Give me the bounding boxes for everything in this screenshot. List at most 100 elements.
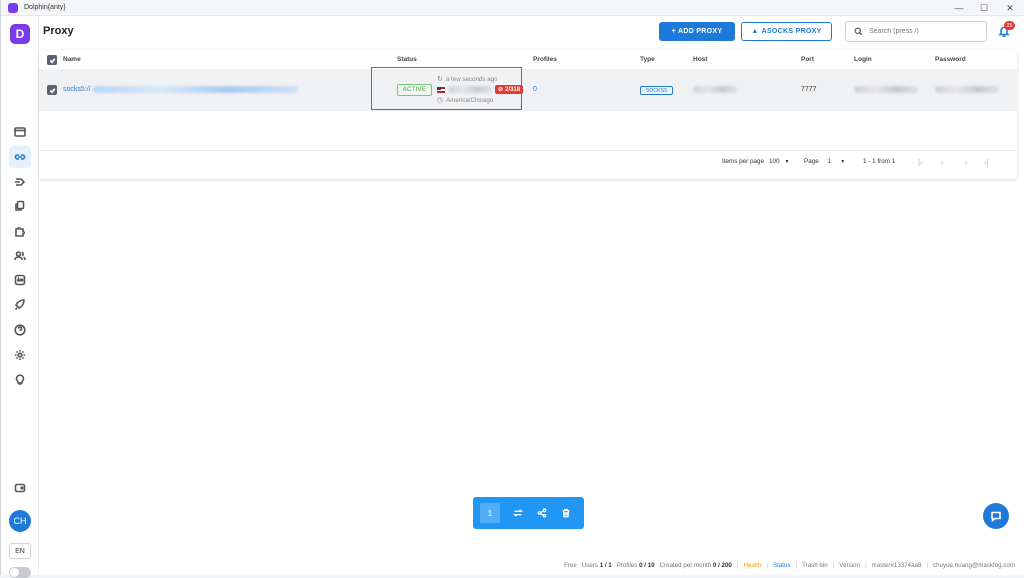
last-page-icon[interactable]: ›| — [984, 158, 989, 167]
created-value: 0 / 200 — [712, 562, 732, 569]
page-range: 1 - 1 from 1 — [863, 158, 896, 165]
column-header-status[interactable]: Status — [397, 56, 417, 63]
browser-profiles-icon[interactable] — [9, 121, 31, 143]
created-label: Created per month — [659, 562, 712, 569]
logo[interactable]: D — [10, 24, 30, 44]
share-icon[interactable] — [532, 503, 552, 523]
user-email: chuyue.huang@maskfog.com — [933, 562, 1015, 569]
asocks-proxy-label: ASOCKS PROXY — [761, 28, 822, 35]
host-value — [693, 86, 737, 93]
rocket-icon[interactable] — [9, 294, 31, 316]
redacted-password — [935, 86, 999, 93]
items-per-page-select[interactable]: 100 — [769, 158, 780, 165]
items-per-page: Items per page 100 ▼ — [722, 158, 789, 165]
separator: | — [766, 562, 768, 569]
close-button[interactable]: ✕ — [995, 0, 1024, 16]
window-title: Dolphin{anty} — [24, 4, 66, 11]
port-value: 7777 — [801, 86, 817, 93]
transfer-icon[interactable] — [508, 503, 528, 523]
created-stat: Created per month 0 / 200 — [660, 562, 732, 569]
language-selector[interactable]: EN — [9, 543, 31, 559]
redacted-login — [854, 86, 918, 93]
items-per-page-label: Items per page — [722, 158, 765, 165]
row-checkbox[interactable] — [47, 85, 57, 95]
column-header-password[interactable]: Password — [935, 56, 966, 63]
api-icon[interactable] — [9, 269, 31, 291]
column-header-login[interactable]: Login — [854, 56, 872, 63]
extensions-puzzle-icon[interactable] — [9, 220, 31, 242]
profiles-count-link[interactable]: 0 — [533, 86, 537, 93]
users-stat: Users 1 / 1 — [582, 562, 612, 569]
users-value: 1 / 1 — [599, 562, 612, 569]
page-select[interactable]: 1 — [828, 158, 832, 165]
column-header-host[interactable]: Host — [693, 56, 707, 63]
settings-gear-icon[interactable] — [9, 344, 31, 366]
column-header-port[interactable]: Port — [801, 56, 814, 63]
profiles-stat: Profiles 0 / 10 — [617, 562, 655, 569]
proxy-type-badge: SOCKS5 — [640, 86, 673, 95]
proxy-link-icon[interactable] — [9, 146, 31, 168]
search-icon — [854, 27, 863, 36]
separator: | — [795, 562, 798, 569]
users-icon[interactable] — [9, 245, 31, 267]
status-link[interactable]: Status — [773, 562, 791, 569]
column-header-name[interactable]: Name — [63, 56, 81, 63]
highlight-box — [371, 67, 522, 110]
trash-bin-link[interactable]: Trash bin — [802, 562, 828, 569]
theme-toggle[interactable] — [9, 567, 31, 578]
divider — [39, 150, 1017, 151]
prev-page-icon[interactable]: ‹ — [941, 158, 944, 167]
automation-icon[interactable] — [9, 171, 31, 193]
proxy-table: Name Status Profiles Type Host Port Logi… — [39, 50, 1017, 179]
column-header-type[interactable]: Type — [640, 56, 655, 63]
table-row[interactable]: socks5:// ACTIVE ↻ a few seconds ago ⊘ 2… — [39, 69, 1017, 111]
selected-count: 1 — [480, 503, 500, 523]
trash-icon[interactable] — [556, 503, 576, 523]
asocks-proxy-button[interactable]: ▲ ASOCKS PROXY — [741, 22, 832, 41]
version-label: Version — [839, 562, 860, 569]
chevron-down-icon[interactable]: ▼ — [840, 159, 845, 165]
login-value — [854, 86, 918, 93]
footer-status-bar: Free Users 1 / 1 Profiles 0 / 10 Created… — [564, 562, 1015, 569]
separator: | — [736, 562, 739, 569]
chevron-down-icon[interactable]: ▼ — [785, 159, 790, 165]
notifications-bell-icon[interactable]: 25 — [998, 21, 1015, 40]
asocks-logo-icon: ▲ — [751, 28, 759, 35]
health-link[interactable]: Health — [743, 562, 761, 569]
proxy-name-prefix: socks5:// — [63, 86, 91, 93]
profiles-value: 0 / 10 — [639, 562, 655, 569]
separator: | — [864, 562, 867, 569]
plan-name: Free — [564, 562, 577, 569]
search-box[interactable] — [845, 21, 987, 42]
column-header-profiles[interactable]: Profiles — [533, 56, 557, 63]
select-all-checkbox[interactable] — [47, 55, 57, 65]
help-icon[interactable] — [9, 319, 31, 341]
users-label: Users — [581, 562, 598, 569]
search-input[interactable] — [869, 28, 979, 35]
notifications-count-badge: 25 — [1004, 21, 1015, 30]
first-page-icon[interactable]: |‹ — [918, 158, 923, 167]
copy-icon[interactable] — [9, 195, 31, 217]
add-proxy-button[interactable]: + ADD PROXY — [659, 22, 735, 41]
avatar[interactable]: CH — [9, 510, 31, 532]
page-label: Page — [804, 158, 819, 165]
separator: | — [832, 562, 835, 569]
wallet-icon[interactable] — [9, 477, 31, 499]
next-page-icon[interactable]: › — [965, 158, 968, 167]
profiles-label: Profiles — [616, 562, 638, 569]
page-title: Proxy — [43, 25, 74, 37]
app-icon — [8, 2, 18, 13]
title-bar: Dolphin{anty} — ☐ ✕ — [1, 0, 1024, 16]
chat-support-icon[interactable] — [983, 503, 1009, 529]
lightbulb-icon[interactable] — [9, 368, 31, 390]
app-window: Dolphin{anty} — ☐ ✕ D CH EN Proxy + ADD … — [0, 0, 1024, 578]
separator: | — [926, 562, 929, 569]
sidebar: D CH EN — [1, 16, 39, 578]
proxy-name-link[interactable]: socks5:// — [63, 86, 298, 93]
selection-toolbar: 1 — [473, 497, 584, 529]
build-label: master#13374aa8 — [871, 562, 922, 569]
redacted-host — [693, 86, 737, 93]
page-selector: Page 1 ▼ — [804, 158, 845, 165]
password-value — [935, 86, 999, 93]
redacted-proxy-address — [92, 86, 298, 93]
